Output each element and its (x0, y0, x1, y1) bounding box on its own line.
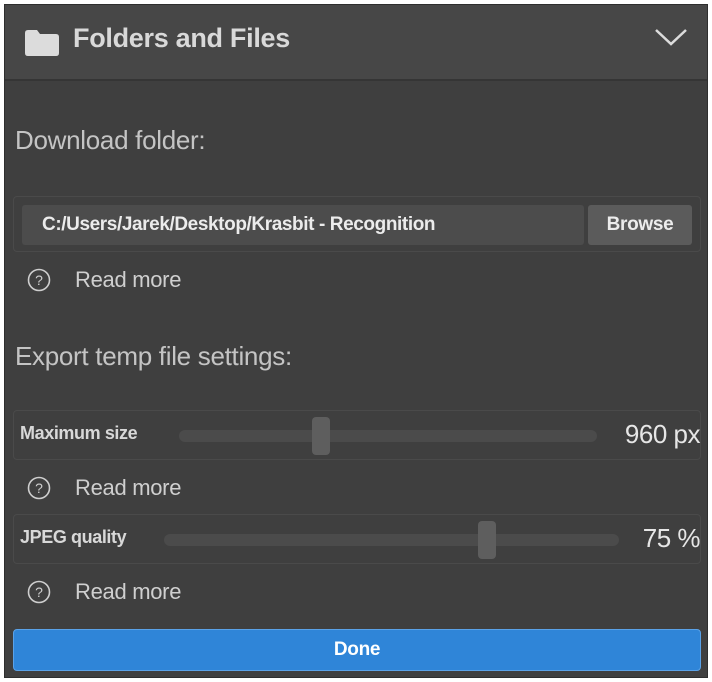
chevron-down-icon[interactable] (653, 25, 689, 49)
svg-text:?: ? (35, 480, 43, 496)
help-circle-icon: ? (27, 476, 51, 500)
download-folder-heading: Download folder: (15, 125, 206, 155)
folder-icon (25, 30, 59, 56)
download-read-more-link[interactable]: ? Read more (27, 265, 181, 295)
jpeg-quality-slider[interactable] (164, 521, 619, 559)
folders-and-files-panel: Folders and Files Download folder: C:/Us… (4, 4, 708, 678)
svg-text:?: ? (35, 272, 43, 288)
svg-text:?: ? (35, 584, 43, 600)
maximum-size-slider-handle[interactable] (312, 417, 331, 455)
read-more-label: Read more (75, 579, 182, 604)
jpeg-quality-value: 75 % (642, 523, 701, 553)
maximum-size-value: 960 px (624, 419, 701, 449)
maximum-size-row: Maximum size 960 px (13, 410, 701, 460)
jpeg-quality-read-more-link[interactable]: ? Read more (27, 577, 181, 607)
browse-button[interactable]: Browse (588, 205, 692, 245)
read-more-label: Read more (75, 475, 182, 500)
read-more-label: Read more (75, 267, 182, 292)
download-folder-path-field[interactable]: C:/Users/Jarek/Desktop/Krasbit - Recogni… (22, 205, 584, 245)
jpeg-quality-row: JPEG quality 75 % (13, 514, 701, 564)
done-button[interactable]: Done (13, 629, 701, 671)
panel-title: Folders and Files (73, 23, 290, 53)
jpeg-quality-slider-handle[interactable] (478, 521, 497, 559)
panel-header[interactable]: Folders and Files (5, 5, 707, 81)
maximum-size-read-more-link[interactable]: ? Read more (27, 473, 181, 503)
maximum-size-label: Maximum size (20, 423, 138, 443)
maximum-size-slider[interactable] (179, 417, 597, 455)
help-circle-icon: ? (27, 268, 51, 292)
jpeg-quality-label: JPEG quality (20, 527, 127, 547)
export-settings-heading: Export temp file settings: (15, 341, 292, 371)
help-circle-icon: ? (27, 580, 51, 604)
download-folder-row: C:/Users/Jarek/Desktop/Krasbit - Recogni… (13, 196, 701, 252)
